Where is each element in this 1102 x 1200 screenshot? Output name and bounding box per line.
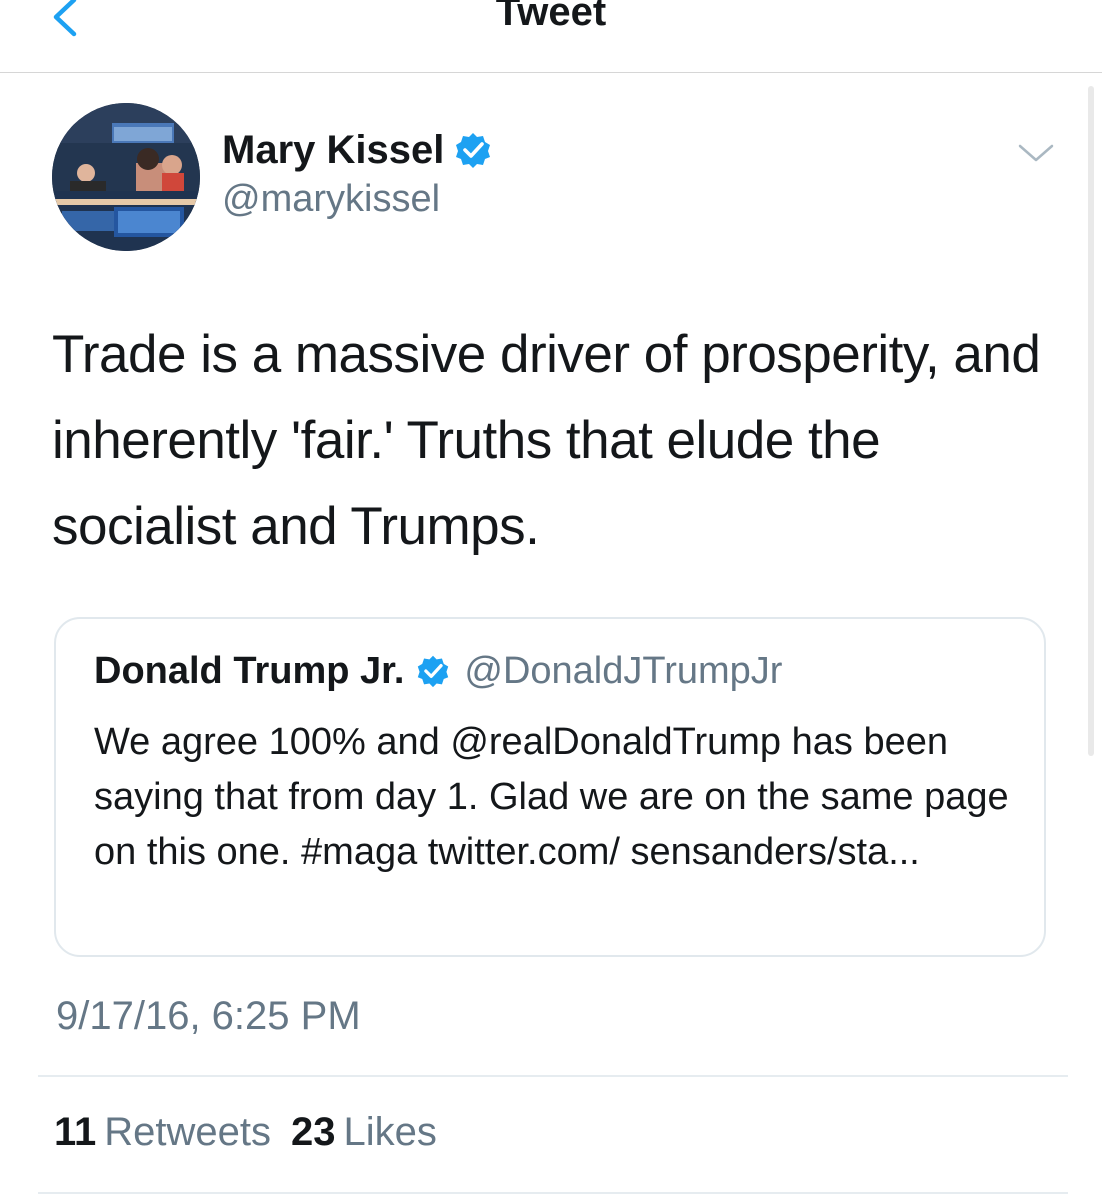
quoted-tweet-text: We agree 100% and @realDonaldTrump has b… — [94, 721, 1009, 873]
verified-badge-icon — [418, 655, 449, 688]
divider — [38, 1075, 1068, 1077]
avatar[interactable] — [52, 103, 200, 251]
author-handle[interactable]: @marykissel — [222, 178, 440, 221]
quoted-tweet-card[interactable]: Donald Trump Jr. @DonaldJTrumpJr We agre… — [54, 617, 1046, 957]
quoted-tweet-header: Donald Trump Jr. @DonaldJTrumpJr — [94, 645, 782, 697]
tweet-menu-button[interactable] — [1014, 138, 1058, 168]
likes-label: Likes — [343, 1110, 437, 1154]
tweet-text: Trade is a massive driver of prosperity,… — [52, 325, 1041, 556]
retweets-stat[interactable]: 11 Retweets — [54, 1110, 271, 1154]
divider — [38, 1192, 1068, 1194]
author-name-row[interactable]: Mary Kissel — [222, 125, 492, 175]
navigation-bar: Tweet — [0, 0, 1102, 73]
quoted-author-handle: @DonaldJTrumpJr — [464, 649, 783, 692]
verified-badge-icon — [456, 133, 491, 168]
chevron-down-icon — [1018, 144, 1054, 162]
likes-stat[interactable]: 23 Likes — [291, 1110, 437, 1154]
tweet-timestamp: 9/17/16, 6:25 PM — [56, 994, 361, 1038]
page-title: Tweet — [495, 0, 607, 34]
retweets-count: 11 — [54, 1110, 97, 1154]
retweets-label: Retweets — [104, 1110, 272, 1154]
likes-count: 23 — [291, 1110, 336, 1154]
author-name[interactable]: Mary Kissel — [222, 128, 444, 173]
avatar-photo — [52, 103, 200, 251]
quoted-author-name: Donald Trump Jr. — [94, 649, 405, 692]
scrollbar[interactable] — [1088, 86, 1094, 756]
tweet-stats: 11 Retweets 23 Likes — [54, 1110, 437, 1155]
